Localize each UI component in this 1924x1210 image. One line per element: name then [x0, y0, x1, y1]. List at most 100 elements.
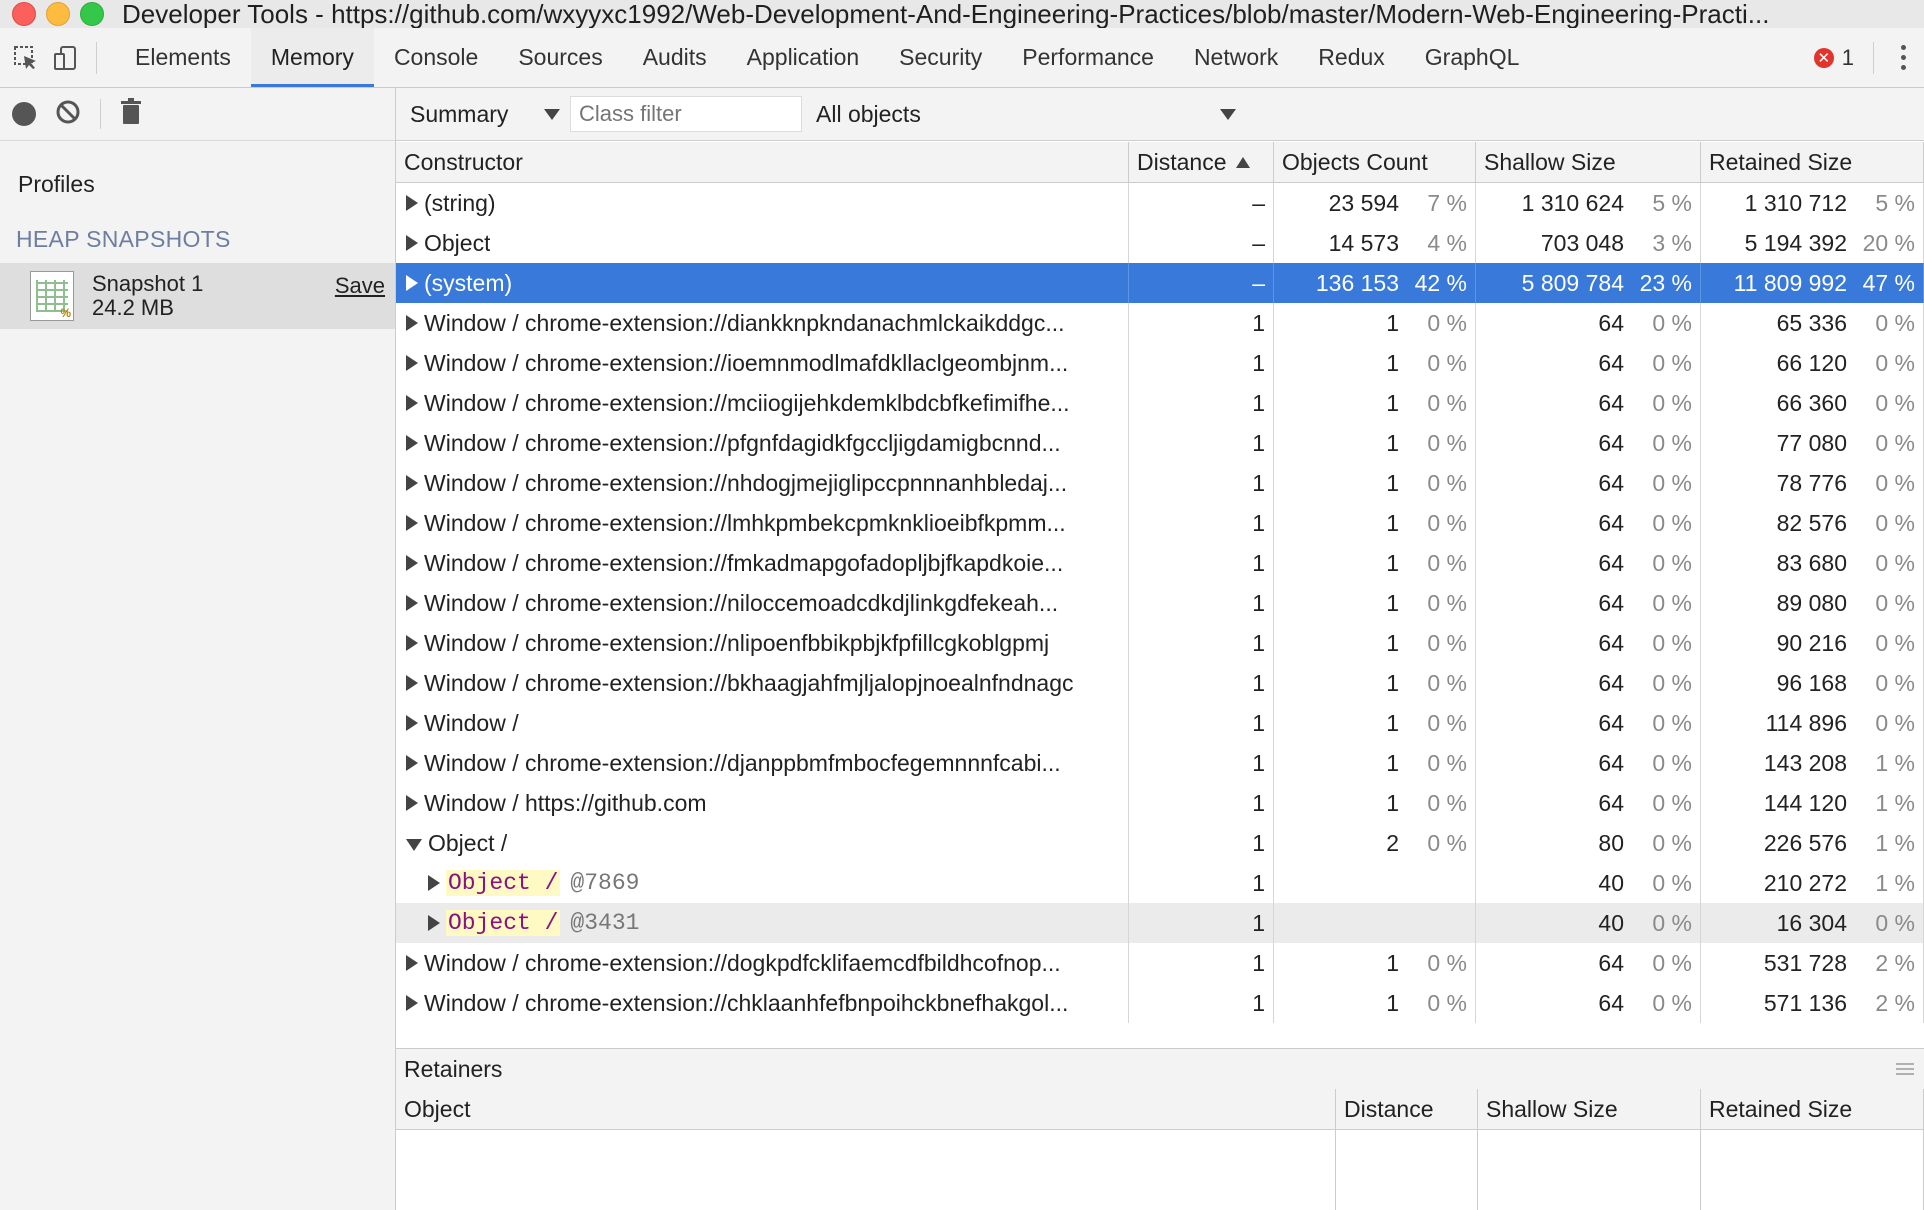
table-row[interactable]: Window / chrome-extension://bkhaagjahfmj…: [396, 663, 1924, 703]
retainer-shallow-size-column-header[interactable]: Shallow Size: [1478, 1089, 1701, 1129]
save-snapshot-link[interactable]: Save: [335, 273, 385, 299]
inspect-element-icon[interactable]: [6, 38, 46, 78]
expand-icon[interactable]: [428, 915, 440, 931]
tab-memory[interactable]: Memory: [250, 28, 374, 87]
shallow-value: 64: [1598, 509, 1624, 536]
maximize-window-button[interactable]: [80, 2, 104, 26]
expand-icon[interactable]: [406, 395, 418, 411]
table-row[interactable]: Window / chrome-extension://djanppbmfmbo…: [396, 743, 1924, 783]
constructor-cell: Window / chrome-extension://diankknpknda…: [396, 303, 1129, 343]
expand-icon[interactable]: [406, 595, 418, 611]
table-row[interactable]: Window / 1 1 0 % 64 0 % 114 896 0 %: [396, 703, 1924, 743]
table-row[interactable]: Object / @7869 1 40 0 % 210 272 1 %: [396, 863, 1924, 903]
table-row[interactable]: Window / chrome-extension://dogkpdfcklif…: [396, 943, 1924, 983]
expand-icon[interactable]: [406, 795, 418, 811]
table-row[interactable]: Window / chrome-extension://nhdogjmejigl…: [396, 463, 1924, 503]
table-row[interactable]: Object / 1 2 0 % 80 0 % 226 576 1 %: [396, 823, 1924, 863]
expand-icon[interactable]: [406, 435, 418, 451]
tab-graphql[interactable]: GraphQL: [1405, 28, 1540, 87]
distance-column-header[interactable]: Distance: [1129, 142, 1274, 182]
retained-value: 571 136: [1763, 989, 1847, 1016]
expand-icon[interactable]: [406, 955, 418, 971]
table-row[interactable]: Window / chrome-extension://nlipoenfbbik…: [396, 623, 1924, 663]
close-window-button[interactable]: [12, 2, 36, 26]
shallow-size-cell: 64 0 %: [1476, 343, 1701, 383]
resize-handle-icon[interactable]: [1896, 1061, 1914, 1075]
table-row[interactable]: Window / https://github.com 1 1 0 % 64 0 % 144…: [396, 783, 1924, 823]
expand-icon[interactable]: [406, 275, 418, 291]
view-select[interactable]: Summary: [410, 101, 560, 128]
expand-icon[interactable]: [406, 675, 418, 691]
retainer-object-column-header[interactable]: Object: [396, 1089, 1336, 1129]
minimize-window-button[interactable]: [46, 2, 70, 26]
expand-icon[interactable]: [428, 875, 440, 891]
class-filter-input[interactable]: [570, 96, 802, 132]
retained-percent: 0 %: [1875, 349, 1915, 376]
table-row[interactable]: Window / chrome-extension://pfgnfdagidkf…: [396, 423, 1924, 463]
shallow-size-column-header[interactable]: Shallow Size: [1476, 142, 1701, 182]
retained-size-column-header[interactable]: Retained Size: [1701, 142, 1924, 182]
toolbar-separator: [1873, 42, 1874, 74]
constructor-column-header[interactable]: Constructor: [396, 142, 1129, 182]
constructor-cell: Window / chrome-extension://djanppbmfmbo…: [396, 743, 1129, 783]
retainers-title: Retainers: [404, 1055, 503, 1082]
table-row[interactable]: Window / chrome-extension://chklaanhfefb…: [396, 983, 1924, 1023]
expand-icon[interactable]: [406, 995, 418, 1011]
collapse-icon[interactable]: [406, 839, 422, 851]
tab-network[interactable]: Network: [1174, 28, 1298, 87]
expand-icon[interactable]: [406, 515, 418, 531]
objects-count-cell: 1 0 %: [1274, 463, 1476, 503]
snapshot-item[interactable]: % Snapshot 1 24.2 MB Save: [0, 263, 395, 329]
tab-performance[interactable]: Performance: [1002, 28, 1174, 87]
tab-sources[interactable]: Sources: [498, 28, 622, 87]
shallow-value: 64: [1598, 589, 1624, 616]
expand-icon[interactable]: [406, 555, 418, 571]
shallow-value: 64: [1598, 309, 1624, 336]
shallow-value: 5 809 784: [1521, 269, 1624, 296]
shallow-value: 64: [1598, 749, 1624, 776]
expand-icon[interactable]: [406, 715, 418, 731]
tab-security[interactable]: Security: [879, 28, 1002, 87]
expand-icon[interactable]: [406, 315, 418, 331]
table-row[interactable]: Object / @3431 1 40 0 % 16 304 0 %: [396, 903, 1924, 943]
table-row[interactable]: Window / chrome-extension://fmkadmapgofa…: [396, 543, 1924, 583]
table-row[interactable]: (string) – 23 594 7 % 1 310 624 5 % 1 310 712 5…: [396, 183, 1924, 223]
objects-count-column-header[interactable]: Objects Count: [1274, 142, 1476, 182]
expand-icon[interactable]: [406, 635, 418, 651]
device-toolbar-icon[interactable]: [46, 38, 86, 78]
expand-icon[interactable]: [406, 355, 418, 371]
table-row[interactable]: Window / chrome-extension://diankknpknda…: [396, 303, 1924, 343]
error-counter[interactable]: ✕ 1: [1813, 28, 1854, 87]
more-options-icon[interactable]: [1901, 28, 1906, 87]
expand-icon[interactable]: [406, 195, 418, 211]
constructor-cell: Window / chrome-extension://fmkadmapgofa…: [396, 543, 1129, 583]
tab-application[interactable]: Application: [727, 28, 880, 87]
retained-size-cell: 78 776 0 %: [1701, 463, 1924, 503]
table-row[interactable]: Window / chrome-extension://mciiogijehkd…: [396, 383, 1924, 423]
trash-icon[interactable]: [119, 97, 143, 131]
count-percent: 0 %: [1427, 829, 1467, 856]
retainer-distance-column-header[interactable]: Distance: [1336, 1089, 1478, 1129]
record-icon[interactable]: [12, 102, 36, 126]
table-row[interactable]: Window / chrome-extension://niloccemoadc…: [396, 583, 1924, 623]
expand-icon[interactable]: [406, 235, 418, 251]
table-row[interactable]: Window / chrome-extension://lmhkpmbekcpm…: [396, 503, 1924, 543]
expand-icon[interactable]: [406, 755, 418, 771]
table-row[interactable]: Window / chrome-extension://ioemnmodlmaf…: [396, 343, 1924, 383]
tab-elements[interactable]: Elements: [115, 28, 251, 87]
constructor-name: Window / chrome-extension://chklaanhfefb…: [424, 989, 1069, 1016]
expand-icon[interactable]: [406, 475, 418, 491]
retained-percent: 2 %: [1875, 989, 1915, 1016]
table-row[interactable]: (system) – 136 153 42 % 5 809 784 23 % 11 809 …: [396, 263, 1924, 303]
objects-select[interactable]: All objects: [816, 101, 1236, 128]
tab-console[interactable]: Console: [374, 28, 498, 87]
shallow-size-cell: 64 0 %: [1476, 423, 1701, 463]
objects-count-cell: 1 0 %: [1274, 543, 1476, 583]
tab-audits[interactable]: Audits: [623, 28, 727, 87]
retainer-retained-size-column-header[interactable]: Retained Size: [1701, 1089, 1924, 1129]
retained-size-cell: 16 304 0 %: [1701, 903, 1924, 943]
table-row[interactable]: Object – 14 573 4 % 703 048 3 % 5 194 392 20 %: [396, 223, 1924, 263]
constructor-name: Object /: [446, 910, 561, 936]
tab-redux[interactable]: Redux: [1298, 28, 1404, 87]
clear-icon[interactable]: [54, 98, 82, 131]
